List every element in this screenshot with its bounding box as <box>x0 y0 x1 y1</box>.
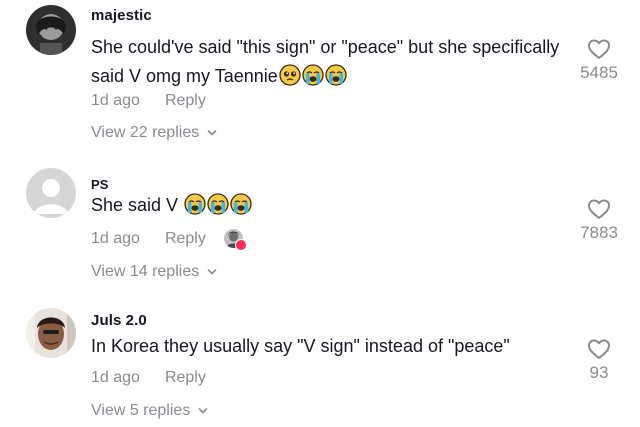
view-replies-label: View 14 replies <box>91 263 200 280</box>
like-button[interactable]: 5485 <box>574 38 624 83</box>
comment-item: majestic She could've said "this sign" o… <box>0 0 640 150</box>
avatar[interactable] <box>26 5 76 55</box>
view-replies-button[interactable]: View 22 replies <box>91 124 217 142</box>
reply-button[interactable]: Reply <box>165 230 206 248</box>
loudly-crying-face-icon <box>302 64 324 86</box>
like-button[interactable]: 7883 <box>574 198 624 243</box>
avatar[interactable] <box>26 168 76 218</box>
comment-text: She could've said "this sign" or "peace"… <box>91 33 561 91</box>
username[interactable]: PS <box>91 177 109 192</box>
comment-meta: 1d ago Reply <box>91 369 224 387</box>
username[interactable]: Juls 2.0 <box>91 312 147 329</box>
chevron-down-icon <box>207 269 217 275</box>
timestamp: 1d ago <box>91 229 140 247</box>
creator-liked-badge <box>223 229 247 251</box>
like-count: 5485 <box>580 63 618 82</box>
comment-meta: 1d ago Reply <box>91 92 224 110</box>
heart-icon <box>588 199 610 219</box>
comment-text: She said V <box>91 191 561 220</box>
avatar[interactable] <box>26 308 76 358</box>
comment-item: Juls 2.0 In Korea they usually say "V si… <box>0 300 640 427</box>
pleading-face-icon <box>279 64 301 86</box>
reply-button[interactable]: Reply <box>165 92 206 110</box>
view-replies-button[interactable]: View 14 replies <box>91 263 217 281</box>
view-replies-button[interactable]: View 5 replies <box>91 402 208 420</box>
comment-meta: 1d ago Reply <box>91 229 247 251</box>
comment-body: In Korea they usually say "V sign" inste… <box>91 336 510 356</box>
heart-icon <box>234 239 247 251</box>
username[interactable]: majestic <box>91 7 152 24</box>
heart-icon <box>588 39 610 59</box>
reply-button[interactable]: Reply <box>165 369 206 387</box>
comment-item: PS She said V 1d ago Reply View 14 repli… <box>0 160 640 290</box>
chevron-down-icon <box>199 408 208 414</box>
view-replies-label: View 5 replies <box>91 402 191 419</box>
loudly-crying-face-icon <box>207 193 229 215</box>
chevron-down-icon <box>207 130 217 136</box>
loudly-crying-face-icon <box>325 64 347 86</box>
loudly-crying-face-icon <box>230 193 252 215</box>
heart-icon <box>588 339 610 359</box>
comment-body: She said V <box>91 195 179 215</box>
timestamp: 1d ago <box>91 369 140 386</box>
view-replies-label: View 22 replies <box>91 124 200 141</box>
comment-text: In Korea they usually say "V sign" inste… <box>91 332 561 361</box>
like-count: 93 <box>589 363 609 382</box>
timestamp: 1d ago <box>91 92 140 109</box>
loudly-crying-face-icon <box>184 193 206 215</box>
like-button[interactable]: 93 <box>574 338 624 383</box>
like-count: 7883 <box>580 223 618 242</box>
